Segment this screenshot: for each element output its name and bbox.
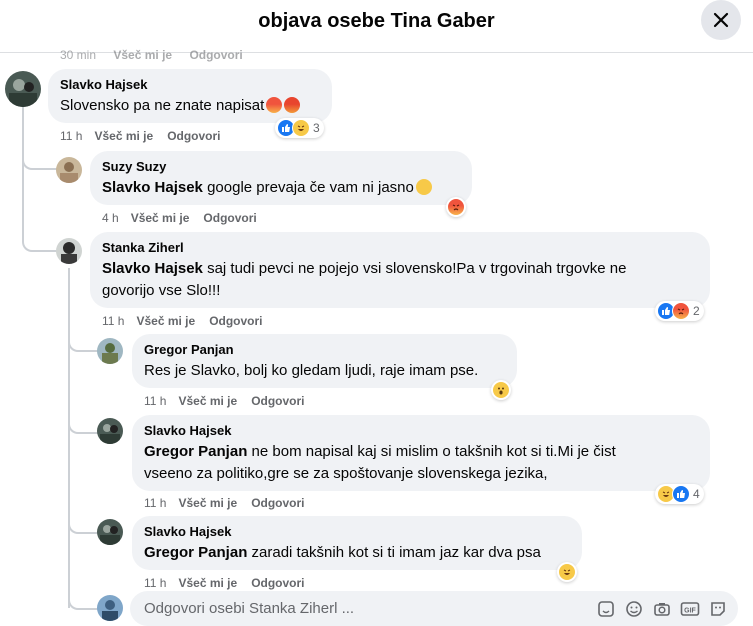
comment-author[interactable]: Suzy Suzy [102,159,460,175]
thread-connector [68,334,98,352]
comment-bubble: Suzy Suzy Slavko Hajsek google prevaja č… [90,151,472,205]
comment-time: 30 min [60,48,97,62]
avatar[interactable] [97,519,123,545]
wow-reaction-icon [492,381,510,399]
reply-link[interactable]: Odgovori [251,496,304,510]
thread-connector [68,592,98,610]
comment-bubble: Stanka Ziherl Slavko Hajsek saj tudi pev… [90,232,710,308]
comment-meta: 11 h Všeč mi je Odgovori [60,129,235,143]
sticker-icon[interactable] [596,599,616,619]
dialog-title: objava osebe Tina Gaber [258,10,495,32]
camera-icon[interactable] [652,599,672,619]
reaction-count: 3 [313,121,320,135]
reply-link[interactable]: Odgovori [167,129,220,143]
comment-meta: 11 h Všeč mi je Odgovori [144,576,319,590]
reply-link[interactable]: Odgovori [209,314,262,328]
comment-time[interactable]: 4 h [102,211,119,225]
mention-link[interactable]: Slavko Hajsek [102,260,203,277]
comment-bubble: Gregor Panjan Res je Slavko, bolj ko gle… [132,334,517,388]
comment-meta: 11 h Všeč mi je Odgovori [144,496,319,510]
like-link[interactable]: Všeč mi je [131,211,190,225]
close-icon [713,12,729,28]
comment-author[interactable]: Gregor Panjan [144,342,505,358]
angry-emoji-icon [266,97,283,113]
cursing-emoji-icon [284,97,301,113]
like-link[interactable]: Všeč mi je [94,129,153,143]
thread-connector [22,232,58,252]
comment-time[interactable]: 11 h [144,394,166,408]
avatar[interactable] [97,338,123,364]
comment-bubble: Slavko Hajsek Gregor Panjan ne bom napis… [132,415,710,491]
angry-reaction-icon [447,198,465,216]
angry-reaction-icon [672,302,690,320]
reply-input[interactable]: Odgovori osebi Stanka Ziherl ... GIF [130,591,738,626]
comment-time[interactable]: 11 h [60,129,82,143]
gif-icon[interactable]: GIF [680,599,700,619]
emoji-icon[interactable] [624,599,644,619]
comment-author[interactable]: Slavko Hajsek [144,423,698,439]
comment-text: Res je Slavko, bolj ko gledam ljudi, raj… [144,362,479,379]
thread-connector [22,150,58,170]
avatar[interactable] [97,418,123,444]
like-reaction-icon [672,485,690,503]
reply-link[interactable]: Odgovori [189,48,242,62]
mention-link[interactable]: Gregor Panjan [144,544,247,561]
reaction-count: 2 [693,304,700,318]
comment-meta: 11 h Všeč mi je Odgovori [102,314,277,328]
comment-text: Gregor Panjan ne bom napisal kaj si misl… [144,443,616,482]
close-button[interactable] [701,0,741,40]
comment-author[interactable]: Slavko Hajsek [144,524,570,540]
like-link[interactable]: Všeč mi je [113,48,172,62]
comment-author[interactable]: Stanka Ziherl [102,240,698,256]
haha-reaction-icon [558,563,576,581]
comment-bubble: Slavko Hajsek Gregor Panjan zaradi takšn… [132,516,582,570]
comment-meta: 4 h Všeč mi je Odgovori [102,211,271,225]
comment-time[interactable]: 11 h [144,496,166,510]
comment-time[interactable]: 11 h [102,314,124,328]
mention-link[interactable]: Slavko Hajsek [102,179,203,196]
like-link[interactable]: Všeč mi je [178,496,237,510]
like-link[interactable]: Všeč mi je [178,576,237,590]
comment-meta: 11 h Všeč mi je Odgovori [144,394,319,408]
dialog-header: objava osebe Tina Gaber [0,0,753,53]
reaction-summary[interactable]: 2 [655,301,704,321]
reaction-summary[interactable]: 3 [275,118,324,138]
avatar[interactable] [56,157,82,183]
thread-line [68,268,70,608]
sticker-smile-icon[interactable] [708,599,728,619]
avatar[interactable] [5,71,41,107]
reaction-summary[interactable]: 4 [655,484,704,504]
reaction-count: 4 [693,487,700,501]
previous-comment-meta: 30 min Všeč mi je Odgovori [60,48,257,62]
reaction-summary[interactable] [557,562,577,582]
reaction-summary[interactable] [491,380,511,400]
thread-connector [68,416,98,434]
reply-link[interactable]: Odgovori [251,394,304,408]
thread-line [22,106,24,234]
reply-link[interactable]: Odgovori [251,576,304,590]
reaction-summary[interactable] [446,197,466,217]
haha-reaction-icon [292,119,310,137]
comment-time[interactable]: 11 h [144,576,166,590]
mention-link[interactable]: Gregor Panjan [144,443,247,460]
grinning-emoji-icon [415,179,432,195]
like-link[interactable]: Všeč mi je [136,314,195,328]
svg-text:GIF: GIF [684,608,696,615]
reply-link[interactable]: Odgovori [203,211,256,225]
comment-bubble: Slavko Hajsek Slovensko pa ne znate napi… [48,69,332,123]
comment-text: Slovensko pa ne znate napisat [60,95,320,117]
comment-author[interactable]: Slavko Hajsek [60,77,320,93]
comment-text: Gregor Panjan zaradi takšnih kot si ti i… [144,544,541,561]
current-user-avatar[interactable] [97,595,123,621]
avatar[interactable] [56,238,82,264]
thread-connector [68,516,98,534]
comment-text: Slavko Hajsek google prevaja če vam ni j… [102,177,460,199]
composer-tools: GIF [596,599,728,619]
reply-placeholder: Odgovori osebi Stanka Ziherl ... [144,600,355,617]
like-link[interactable]: Všeč mi je [178,394,237,408]
comment-text: Slavko Hajsek saj tudi pevci ne pojejo v… [102,260,627,299]
